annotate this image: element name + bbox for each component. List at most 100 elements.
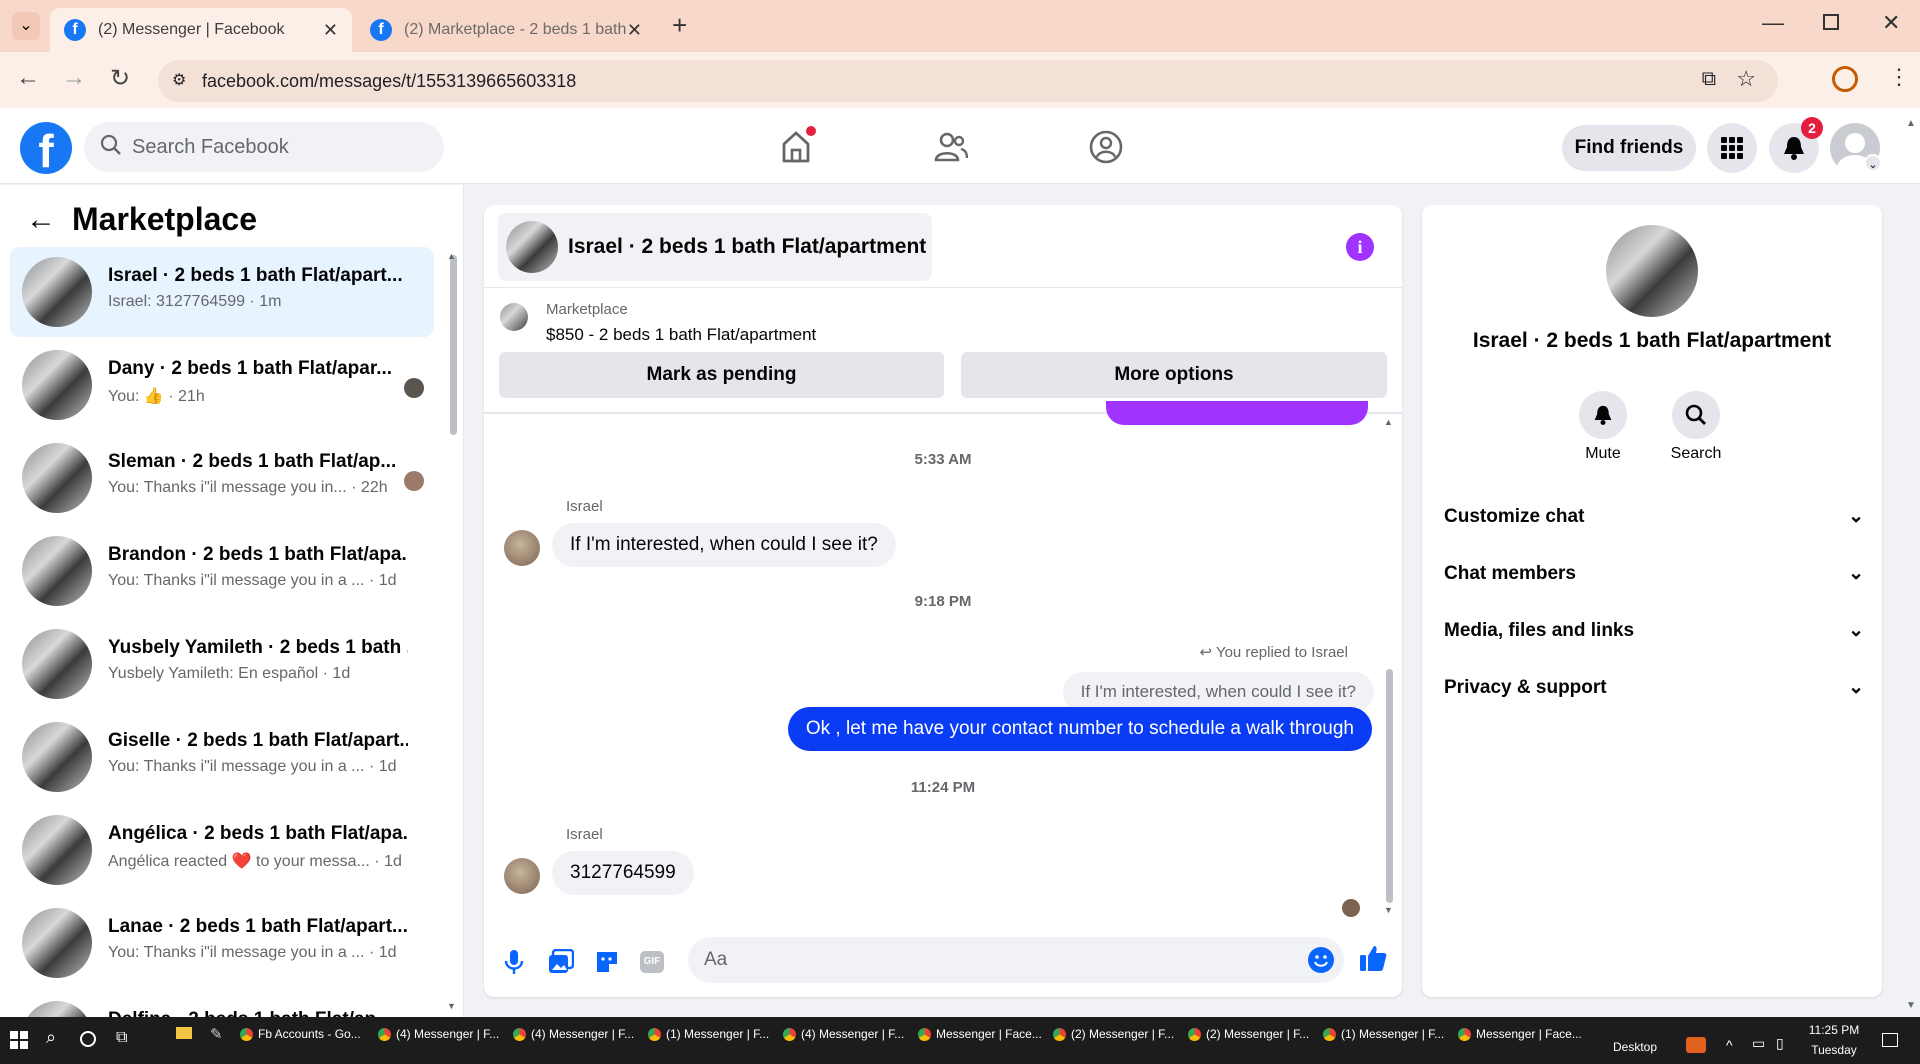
conversation-preview: You: Thanks i"il message you in a ... · … (108, 572, 397, 589)
conversation-item[interactable]: Israel · 2 beds 1 bath Flat/apart... Isr… (10, 247, 434, 337)
tray-chevron-icon[interactable]: ^ (1726, 1037, 1733, 1053)
taskbar-window[interactable]: (1) Messenger | F... (648, 1023, 776, 1045)
bookmark-star-icon[interactable]: ☆ (1736, 66, 1756, 92)
notification-center-icon[interactable] (1882, 1033, 1898, 1047)
cortana-icon[interactable] (80, 1031, 96, 1047)
conversation-item[interactable]: Delfina · 2 beds 1 bath Flat/ap... (10, 991, 434, 1017)
taskbar-window[interactable]: Messenger | Face... (918, 1023, 1046, 1045)
reload-icon[interactable]: ↻ (104, 64, 136, 93)
taskbar-window[interactable]: (2) Messenger | F... (1188, 1023, 1316, 1045)
microphone-icon[interactable] (504, 949, 524, 980)
emoji-icon[interactable] (1308, 947, 1334, 973)
home-nav-icon[interactable] (780, 126, 816, 169)
taskbar-window[interactable]: (4) Messenger | F... (378, 1023, 506, 1045)
site-settings-icon[interactable]: ⚙ (172, 70, 186, 90)
conversation-item[interactable]: Brandon · 2 beds 1 bath Flat/apa... You:… (10, 526, 434, 616)
conversation-item[interactable]: Dany · 2 beds 1 bath Flat/apar... You: 👍… (10, 340, 434, 430)
groups-nav-icon[interactable] (1089, 130, 1123, 169)
friends-nav-icon[interactable] (934, 132, 969, 167)
customize-chat-section[interactable]: Customize chat ⌄ (1444, 505, 1864, 528)
battery-icon[interactable]: ▯ (1776, 1035, 1784, 1052)
clock-day[interactable]: Tuesday (1806, 1043, 1862, 1057)
taskbar-search-icon[interactable]: ⌕ (46, 1027, 56, 1048)
previous-message-bubble[interactable] (1106, 401, 1368, 425)
page-scroll-down-icon[interactable]: ▼ (1906, 1000, 1916, 1011)
scroll-up-icon[interactable]: ▲ (447, 251, 456, 261)
message-input[interactable]: Aa (688, 937, 1344, 983)
media-files-links-section[interactable]: Media, files and links ⌄ (1444, 619, 1864, 642)
info-icon[interactable]: i (1346, 233, 1374, 261)
privacy-support-section[interactable]: Privacy & support ⌄ (1444, 676, 1864, 699)
pinned-app-icon[interactable]: ✎ (210, 1025, 223, 1043)
back-icon[interactable]: ← (12, 64, 44, 92)
install-app-icon[interactable]: ⧉ (1702, 68, 1716, 91)
conversation-item[interactable]: Angélica · 2 beds 1 bath Flat/apa... Ang… (10, 805, 434, 895)
incoming-message[interactable]: 3127764599 (552, 851, 694, 895)
close-tab-icon[interactable]: ✕ (323, 20, 338, 41)
taskbar-window[interactable]: (2) Messenger | F... (1053, 1023, 1181, 1045)
file-explorer-icon[interactable] (176, 1027, 192, 1039)
tray-app-icon[interactable] (1686, 1037, 1706, 1053)
taskbar-window[interactable]: Fb Accounts - Go... (240, 1023, 368, 1045)
taskbar-window[interactable]: (4) Messenger | F... (783, 1023, 911, 1045)
more-options-button[interactable]: More options (961, 352, 1387, 398)
israel-avatar[interactable] (504, 530, 540, 566)
clock-time[interactable]: 11:25 PM (1806, 1023, 1862, 1037)
scroll-down-icon[interactable]: ▼ (447, 1001, 456, 1011)
photo-icon[interactable] (548, 948, 575, 980)
incoming-message[interactable]: If I'm interested, when could I see it? (552, 523, 896, 567)
tab-marketplace[interactable]: f (2) Marketplace - 2 beds 1 bath ✕ (356, 8, 656, 52)
chat-header-button[interactable]: Israel · 2 beds 1 bath Flat/apartment (498, 213, 932, 281)
listing-thumbnail (22, 257, 92, 327)
windows-start-icon[interactable] (10, 1031, 28, 1054)
restore-icon[interactable] (1823, 14, 1839, 30)
outgoing-message[interactable]: Ok , let me have your contact number to … (787, 707, 1372, 751)
chat-scroll-down-icon[interactable]: ▼ (1384, 905, 1393, 915)
menu-grid-button[interactable] (1707, 123, 1757, 173)
sidebar-scrollbar[interactable] (450, 255, 457, 435)
reply-icon: ↩ (1199, 644, 1216, 661)
page-scroll-up-icon[interactable]: ▲ (1906, 118, 1916, 129)
new-tab-icon[interactable]: + (672, 10, 687, 41)
details-avatar[interactable] (1606, 225, 1698, 317)
conversation-item[interactable]: Giselle · 2 beds 1 bath Flat/apart... Yo… (10, 712, 434, 802)
facebook-logo[interactable]: f (20, 122, 72, 174)
desktop-label[interactable]: Desktop (1613, 1040, 1657, 1054)
thumbs-up-icon[interactable] (1358, 943, 1388, 978)
conversation-item[interactable]: Sleman · 2 beds 1 bath Flat/ap... You: T… (10, 433, 434, 523)
mark-as-pending-button[interactable]: Mark as pending (499, 352, 944, 398)
close-tab-icon[interactable]: ✕ (627, 20, 642, 41)
chat-scrollbar[interactable] (1386, 669, 1393, 903)
close-window-icon[interactable]: ✕ (1882, 10, 1900, 36)
quoted-message[interactable]: If I'm interested, when could I see it? (1062, 672, 1374, 712)
menu-kebab-icon[interactable]: ⋮ (1888, 64, 1910, 90)
israel-avatar[interactable] (504, 858, 540, 894)
find-friends-button[interactable]: Find friends (1562, 125, 1696, 171)
notifications-button[interactable]: 2 (1769, 117, 1823, 173)
tab-messenger[interactable]: f (2) Messenger | Facebook ✕ (50, 8, 352, 52)
tab-list-chevron-icon[interactable]: ⌄ (12, 12, 40, 40)
chat-scroll-up-icon[interactable]: ▲ (1384, 417, 1393, 427)
chat-members-section[interactable]: Chat members ⌄ (1444, 562, 1864, 585)
gif-icon[interactable]: GIF (640, 951, 664, 973)
account-chevron-icon[interactable]: ⌄ (1864, 154, 1882, 172)
back-arrow-icon[interactable]: ← (26, 203, 56, 237)
search-input[interactable]: Search Facebook (84, 122, 444, 172)
mute-button[interactable] (1579, 391, 1627, 439)
conversation-title: Israel · 2 beds 1 bath Flat/apart... (108, 265, 403, 286)
sender-name: Israel (566, 826, 603, 843)
profile-icon[interactable] (1832, 66, 1858, 92)
sticker-icon[interactable] (594, 949, 620, 980)
listing-title[interactable]: $850 - 2 beds 1 bath Flat/apartment (546, 325, 816, 345)
search-chat-button[interactable] (1672, 391, 1720, 439)
minimize-icon[interactable]: — (1762, 10, 1784, 36)
network-icon[interactable]: ▭ (1752, 1035, 1765, 1052)
conversation-item[interactable]: Lanae · 2 beds 1 bath Flat/apart... You:… (10, 898, 434, 988)
conversation-item[interactable]: Yusbely Yamileth · 2 beds 1 bath ... Yus… (10, 619, 434, 709)
taskbar-window[interactable]: (1) Messenger | F... (1323, 1023, 1451, 1045)
forward-icon[interactable]: → (58, 64, 90, 92)
taskbar-window[interactable]: Messenger | Face... (1458, 1023, 1586, 1045)
url-field[interactable]: ⚙ facebook.com/messages/t/15531396656033… (158, 60, 1778, 102)
task-view-icon[interactable]: ⧉ (116, 1029, 127, 1047)
taskbar-window[interactable]: (4) Messenger | F... (513, 1023, 641, 1045)
